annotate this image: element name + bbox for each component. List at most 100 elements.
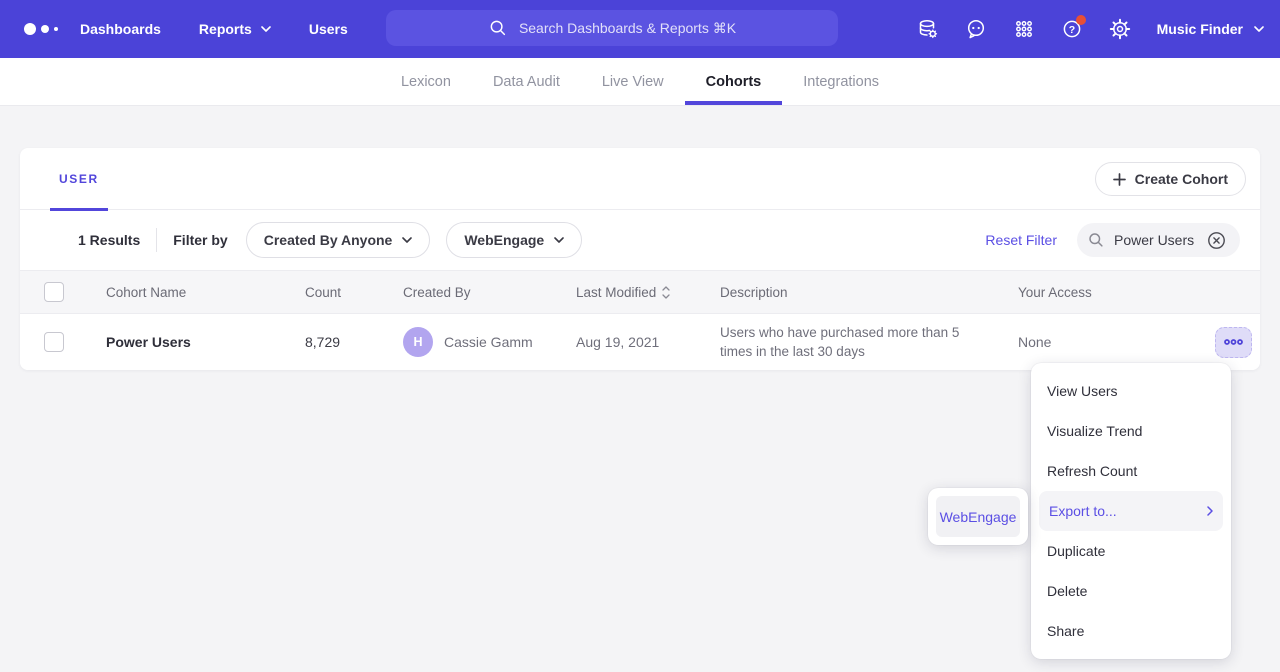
filter-value: Created By Anyone: [264, 232, 393, 248]
column-header-cohort-name: Cohort Name: [106, 285, 305, 300]
chevron-down-icon: [554, 237, 564, 243]
menu-item-label: Refresh Count: [1047, 463, 1137, 479]
mixpanel-logo-icon[interactable]: [24, 0, 58, 58]
tab-data-audit[interactable]: Data Audit: [472, 58, 581, 105]
row-checkbox[interactable]: [44, 332, 64, 352]
global-search-placeholder: Search Dashboards & Reports ⌘K: [519, 20, 736, 37]
cohort-name[interactable]: Power Users: [106, 334, 305, 350]
clear-search-icon[interactable]: [1207, 231, 1226, 250]
tab-user-cohorts[interactable]: USER: [50, 148, 108, 210]
created-by-filter-dropdown[interactable]: Created By Anyone: [246, 222, 431, 258]
divider: [156, 228, 157, 252]
filter-value: WebEngage: [464, 232, 544, 248]
nav-item-dashboards[interactable]: Dashboards: [80, 21, 161, 37]
project-selector[interactable]: Music Finder: [1157, 21, 1264, 37]
tab-lexicon[interactable]: Lexicon: [380, 58, 472, 105]
menu-item-duplicate[interactable]: Duplicate: [1031, 531, 1231, 571]
menu-item-refresh-count[interactable]: Refresh Count: [1031, 451, 1231, 491]
chevron-down-icon: [261, 26, 271, 32]
menu-item-label: Export to...: [1049, 503, 1117, 519]
integration-filter-dropdown[interactable]: WebEngage: [446, 222, 582, 258]
menu-item-label: View Users: [1047, 383, 1118, 399]
project-name: Music Finder: [1157, 21, 1243, 37]
column-header-label: Last Modified: [576, 285, 656, 300]
help-icon[interactable]: ?: [1061, 18, 1083, 40]
select-all-checkbox[interactable]: [44, 282, 64, 302]
nav-item-label: Dashboards: [80, 21, 161, 37]
apps-grid-icon[interactable]: [1013, 18, 1035, 40]
tab-live-view[interactable]: Live View: [581, 58, 685, 105]
column-header-your-access: Your Access: [1018, 285, 1148, 300]
primary-nav: Dashboards Reports Users: [80, 0, 348, 58]
chevron-down-icon: [1254, 26, 1264, 32]
more-options-icon: [1224, 338, 1243, 346]
tab-integrations[interactable]: Integrations: [782, 58, 900, 105]
filter-bar: 1 Results Filter by Created By Anyone We…: [20, 210, 1260, 270]
menu-item-visualize-trend[interactable]: Visualize Trend: [1031, 411, 1231, 451]
results-count: 1 Results: [78, 232, 140, 248]
section-tabbar: Lexicon Data Audit Live View Cohorts Int…: [0, 58, 1280, 106]
menu-item-view-users[interactable]: View Users: [1031, 371, 1231, 411]
created-by-cell: H Cassie Gamm: [403, 327, 576, 357]
column-header-created-by: Created By: [403, 285, 576, 300]
menu-item-export-to[interactable]: Export to...: [1039, 491, 1223, 531]
sort-icon: [662, 286, 670, 299]
feedback-icon[interactable]: [965, 18, 987, 40]
tab-label: USER: [59, 172, 99, 186]
data-management-icon[interactable]: [917, 18, 939, 40]
panel-header: USER Create Cohort: [20, 148, 1260, 210]
your-access-value: None: [1018, 334, 1148, 350]
plus-icon: [1113, 173, 1126, 186]
last-modified-date: Aug 19, 2021: [576, 334, 720, 350]
tab-label: Data Audit: [493, 74, 560, 90]
create-cohort-label: Create Cohort: [1135, 171, 1228, 187]
table-header-row: Cohort Name Count Created By Last Modifi…: [20, 270, 1260, 314]
top-navigation: Dashboards Reports Users Search Dashboar…: [0, 0, 1280, 58]
menu-item-delete[interactable]: Delete: [1031, 571, 1231, 611]
column-header-last-modified[interactable]: Last Modified: [576, 285, 720, 300]
menu-item-label: Visualize Trend: [1047, 423, 1142, 439]
tab-label: Lexicon: [401, 74, 451, 90]
nav-item-users[interactable]: Users: [309, 21, 348, 37]
chevron-down-icon: [402, 237, 412, 243]
filter-controls: 1 Results Filter by Created By Anyone We…: [78, 222, 582, 258]
creator-name: Cassie Gamm: [444, 334, 533, 350]
table-row[interactable]: Power Users 8,729 H Cassie Gamm Aug 19, …: [20, 314, 1260, 370]
column-header-description: Description: [720, 285, 1018, 300]
filter-by-label: Filter by: [173, 232, 227, 248]
nav-utilities: ? Music Finder: [917, 0, 1264, 58]
chevron-right-icon: [1207, 506, 1213, 516]
create-cohort-button[interactable]: Create Cohort: [1095, 162, 1246, 196]
cohort-description: Users who have purchased more than 5 tim…: [720, 323, 975, 361]
search-icon: [488, 18, 508, 38]
menu-item-label: Delete: [1047, 583, 1087, 599]
menu-item-label: WebEngage: [940, 509, 1017, 525]
export-to-submenu: WebEngage: [928, 488, 1028, 545]
nav-item-reports[interactable]: Reports: [199, 21, 271, 37]
tab-label: Live View: [602, 74, 664, 90]
filter-right: Reset Filter: [985, 223, 1240, 257]
settings-icon[interactable]: [1109, 18, 1131, 40]
cohort-count: 8,729: [305, 334, 403, 350]
tab-cohorts[interactable]: Cohorts: [685, 58, 783, 105]
menu-item-share[interactable]: Share: [1031, 611, 1231, 651]
nav-item-label: Users: [309, 21, 348, 37]
tab-label: Cohorts: [706, 74, 762, 90]
nav-item-label: Reports: [199, 21, 252, 37]
cohort-search-input[interactable]: [1114, 232, 1198, 248]
submenu-item-webengage[interactable]: WebEngage: [936, 496, 1020, 537]
tab-label: Integrations: [803, 74, 879, 90]
row-actions-context-menu: View Users Visualize Trend Refresh Count…: [1031, 363, 1231, 659]
cohort-search-box: [1077, 223, 1240, 257]
row-actions-menu-button[interactable]: [1215, 327, 1252, 358]
menu-item-label: Duplicate: [1047, 543, 1105, 559]
svg-text:?: ?: [1068, 24, 1074, 36]
search-icon: [1087, 231, 1105, 249]
cohorts-panel: USER Create Cohort 1 Results Filter by C…: [20, 148, 1260, 370]
global-search-bar[interactable]: Search Dashboards & Reports ⌘K: [386, 10, 838, 46]
notification-badge: [1076, 15, 1086, 25]
reset-filter-link[interactable]: Reset Filter: [985, 232, 1057, 248]
menu-item-label: Share: [1047, 623, 1084, 639]
avatar: H: [403, 327, 433, 357]
column-header-count: Count: [305, 285, 403, 300]
